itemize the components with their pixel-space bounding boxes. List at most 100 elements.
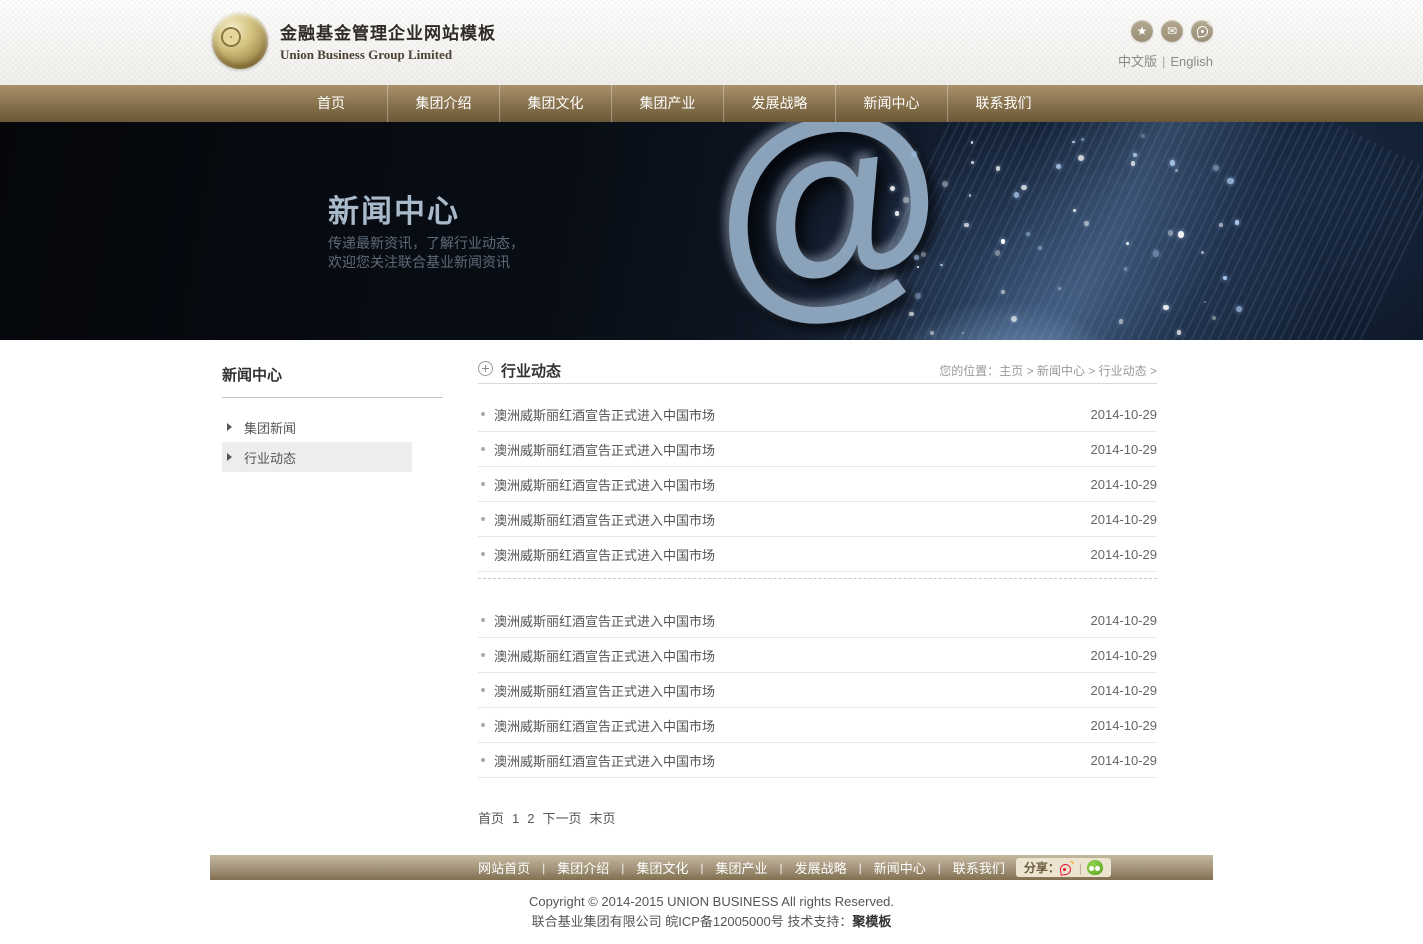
footer-nav-home[interactable]: 网站首页 [478, 858, 530, 877]
sparkle-dot [1001, 290, 1005, 294]
news-row[interactable]: 澳洲威斯丽红酒宣告正式进入中国市场 2014-10-29 [478, 467, 1157, 502]
hero-title: 新闻中心 [328, 186, 460, 231]
logo-text: 金融基金管理企业网站模板 Union Business Group Limite… [280, 19, 496, 63]
footer-divider: | [938, 861, 941, 875]
news-row[interactable]: 澳洲威斯丽红酒宣告正式进入中国市场 2014-10-29 [478, 502, 1157, 537]
nav-item-group-industry[interactable]: 集团产业 [611, 85, 723, 122]
nav-item-group-culture[interactable]: 集团文化 [499, 85, 611, 122]
lang-en-link[interactable]: English [1170, 54, 1213, 69]
sparkle-dot [914, 255, 919, 260]
news-row[interactable]: 澳洲威斯丽红酒宣告正式进入中国市场 2014-10-29 [478, 743, 1157, 778]
footer-nav-contact[interactable]: 联系我们 [953, 858, 1005, 877]
bullet-icon [481, 552, 485, 556]
sparkle-dot [890, 186, 895, 191]
footer-nav-strategy[interactable]: 发展战略 [795, 858, 847, 877]
news-row[interactable]: 澳洲威斯丽红酒宣告正式进入中国市场 2014-10-29 [478, 537, 1157, 572]
sparkle-dot [1014, 192, 1020, 198]
news-link[interactable]: 澳洲威斯丽红酒宣告正式进入中国市场 [494, 681, 1091, 700]
main-nav-bar: 首页 集团介绍 集团文化 集团产业 发展战略 新闻中心 联系我们 [0, 85, 1423, 122]
news-link[interactable]: 澳洲威斯丽红酒宣告正式进入中国市场 [494, 611, 1091, 630]
tech-support-link[interactable]: 聚模板 [852, 914, 891, 929]
news-link[interactable]: 澳洲威斯丽红酒宣告正式进入中国市场 [494, 716, 1091, 735]
copyright: Copyright © 2014-2015 UNION BUSINESS All… [0, 892, 1423, 944]
sparkle-dot [930, 331, 934, 335]
header-utilities: ★ ✉ 中文版|English [1118, 20, 1213, 70]
sparkle-dot [903, 197, 908, 202]
weibo-icon[interactable] [1191, 20, 1213, 42]
footer-nav-bar: 网站首页|集团介绍|集团文化|集团产业|发展战略|新闻中心|联系我们 分享： | [210, 855, 1213, 880]
footer-divider: | [859, 861, 862, 875]
favorite-icon[interactable]: ★ [1131, 20, 1153, 42]
breadcrumb[interactable]: 您的位置：主页 > 新闻中心 > 行业动态 > [939, 362, 1157, 379]
footer-nav-news[interactable]: 新闻中心 [874, 858, 926, 877]
footer-nav-group-culture[interactable]: 集团文化 [636, 858, 688, 877]
lang-cn-link[interactable]: 中文版 [1118, 54, 1157, 69]
sparkle-dot [940, 264, 942, 266]
footer-divider: | [542, 861, 545, 875]
sparkle-dot [1178, 231, 1184, 237]
pagination: 首页 12 下一页末页 [478, 808, 1157, 827]
sidebar-menu: 集团新闻 行业动态 [222, 412, 443, 472]
share-more-icon-part [1095, 866, 1100, 871]
pagination-page-2[interactable]: 2 [527, 811, 534, 826]
bullet-icon [481, 723, 485, 727]
sparkle-dot [1163, 305, 1168, 310]
footer-divider: | [621, 861, 624, 875]
logo-coin-icon [212, 13, 268, 69]
news-date: 2014-10-29 [1091, 613, 1158, 628]
news-link[interactable]: 澳洲威斯丽红酒宣告正式进入中国市场 [494, 440, 1091, 459]
pagination-page-1[interactable]: 1 [512, 811, 519, 826]
share-divider: | [1079, 861, 1082, 875]
nav-item-group-intro[interactable]: 集团介绍 [387, 85, 499, 122]
pagination-next[interactable]: 下一页 [542, 811, 581, 826]
share-more-icon[interactable] [1087, 860, 1103, 875]
mail-icon[interactable]: ✉ [1161, 20, 1183, 42]
news-link[interactable]: 澳洲威斯丽红酒宣告正式进入中国市场 [494, 751, 1091, 770]
news-link[interactable]: 澳洲威斯丽红酒宣告正式进入中国市场 [494, 646, 1091, 665]
bullet-icon [481, 758, 485, 762]
news-row[interactable]: 澳洲威斯丽红酒宣告正式进入中国市场 2014-10-29 [478, 432, 1157, 467]
sparkle-dot [1084, 221, 1089, 226]
news-date: 2014-10-29 [1091, 683, 1158, 698]
nav-item-contact[interactable]: 联系我们 [947, 85, 1059, 122]
footer-nav: 网站首页|集团介绍|集团文化|集团产业|发展战略|新闻中心|联系我们 [478, 858, 1005, 877]
sparkle-dot [964, 223, 969, 228]
pagination-first[interactable]: 首页 [478, 811, 504, 826]
footer-nav-group-intro[interactable]: 集团介绍 [557, 858, 609, 877]
news-row[interactable]: 澳洲威斯丽红酒宣告正式进入中国市场 2014-10-29 [478, 708, 1157, 743]
sparkle-dot [1081, 138, 1083, 140]
sparkle-dot [1119, 319, 1124, 324]
hero-subtitle-line2: 欢迎您关注联合基业新闻资讯 [328, 253, 524, 272]
logo[interactable]: 金融基金管理企业网站模板 Union Business Group Limite… [212, 13, 496, 69]
news-link[interactable]: 澳洲威斯丽红酒宣告正式进入中国市场 [494, 475, 1091, 494]
news-row[interactable]: 澳洲威斯丽红酒宣告正式进入中国市场 2014-10-29 [478, 638, 1157, 673]
sparkle-dot [1175, 169, 1177, 171]
sparkle-dot [1131, 161, 1136, 166]
share-weibo-icon[interactable] [1060, 861, 1074, 875]
nav-item-strategy[interactable]: 发展战略 [723, 85, 835, 122]
sparkle-dot [1235, 220, 1240, 225]
bullet-icon [481, 482, 485, 486]
news-date: 2014-10-29 [1091, 753, 1158, 768]
sparkle-dot [1133, 153, 1136, 156]
sparkle-dot [1078, 155, 1084, 161]
news-row[interactable]: 澳洲威斯丽红酒宣告正式进入中国市场 2014-10-29 [478, 673, 1157, 708]
news-row[interactable]: 澳洲威斯丽红酒宣告正式进入中国市场 2014-10-29 [478, 397, 1157, 432]
nav-item-news[interactable]: 新闻中心 [835, 85, 947, 122]
sparkle-dot [917, 266, 919, 268]
news-row[interactable]: 澳洲威斯丽红酒宣告正式进入中国市场 2014-10-29 [478, 603, 1157, 638]
footer-nav-group-industry[interactable]: 集团产业 [715, 858, 767, 877]
content-header: 行业动态 您的位置：主页 > 新闻中心 > 行业动态 > [478, 360, 1157, 384]
share-more-icon-part [1089, 866, 1094, 871]
arrow-right-icon [227, 453, 232, 461]
news-link[interactable]: 澳洲威斯丽红酒宣告正式进入中国市场 [494, 510, 1091, 529]
bullet-icon [481, 517, 485, 521]
sidebar-item-industry-news[interactable]: 行业动态 [222, 442, 412, 472]
news-link[interactable]: 澳洲威斯丽红酒宣告正式进入中国市场 [494, 545, 1091, 564]
sidebar-item-group-news[interactable]: 集团新闻 [222, 412, 412, 442]
news-link[interactable]: 澳洲威斯丽红酒宣告正式进入中国市场 [494, 405, 1091, 424]
sparkle-dot [1177, 330, 1181, 334]
nav-item-home[interactable]: 首页 [275, 85, 387, 122]
pagination-last[interactable]: 末页 [590, 811, 616, 826]
hero-subtitle: 传递最新资讯，了解行业动态， 欢迎您关注联合基业新闻资讯 [328, 234, 524, 272]
